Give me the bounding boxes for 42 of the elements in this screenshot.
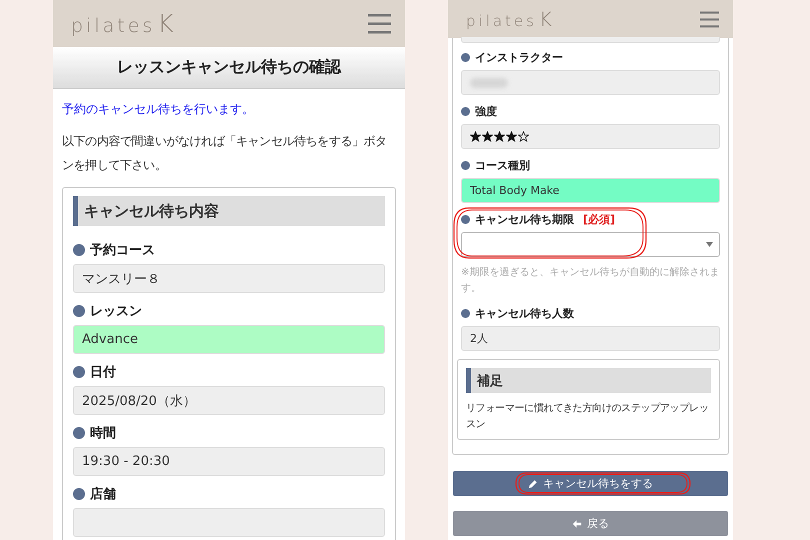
pencil-icon (528, 478, 538, 488)
bullet-icon (461, 161, 470, 170)
bullet-icon (73, 488, 85, 500)
select-field[interactable] (461, 232, 720, 257)
back-button[interactable]: 戻る (453, 511, 728, 536)
field-label: 予約コース (90, 242, 155, 259)
field-value: Total Body Make (461, 178, 720, 203)
left-arrow-icon (572, 518, 582, 528)
field-label: レッスン (90, 303, 142, 320)
field-label: キャンセル待ち人数 (475, 306, 574, 321)
field-value: Advance (73, 325, 385, 354)
logo[interactable]: pilates K (71, 9, 177, 38)
field-label: 店舗 (90, 486, 116, 503)
menu-icon[interactable] (368, 12, 391, 36)
bullet-icon (73, 244, 85, 256)
logo[interactable]: pilates K (466, 8, 555, 30)
bullet-icon (73, 305, 85, 317)
field-label: インストラクター (475, 50, 563, 65)
supplement-text: リフォーマーに慣れてきた方向けのステップアップレッスン (466, 402, 710, 432)
bullet-icon (73, 366, 85, 378)
card-heading: キャンセル待ち内容 (73, 196, 385, 226)
field-label: 強度 (475, 104, 497, 119)
field-label: キャンセル待ち期限 (475, 212, 574, 227)
field-value: 19:30 - 20:30 (73, 447, 385, 476)
card-heading: 補足 (466, 368, 711, 393)
bullet-icon (461, 53, 470, 62)
bullet-icon (73, 427, 85, 439)
field-value: マンスリー８ (73, 264, 385, 293)
instruction-text: 以下の内容で間違いがなければ「キャンセル待ちをする」ボタンを押して下さい。 (62, 133, 388, 174)
field-value: 2025/08/20（水） (73, 386, 385, 415)
required-tag: [必須] (583, 212, 616, 227)
info-text: 予約のキャンセル待ちを行います。 (62, 101, 255, 118)
dropdown-caret-icon (706, 242, 713, 247)
bullet-icon (461, 309, 470, 318)
bullet-icon (461, 215, 470, 224)
bullet-icon (461, 107, 470, 116)
field-value: 2人 (461, 326, 720, 351)
help-note: ※期限を過ぎると、キャンセル待ちが自動的に解除されます。 (461, 266, 720, 296)
menu-icon[interactable] (700, 10, 719, 28)
field-label: 時間 (90, 425, 116, 442)
field-label: コース種別 (475, 158, 530, 173)
field-label: 日付 (90, 364, 116, 381)
